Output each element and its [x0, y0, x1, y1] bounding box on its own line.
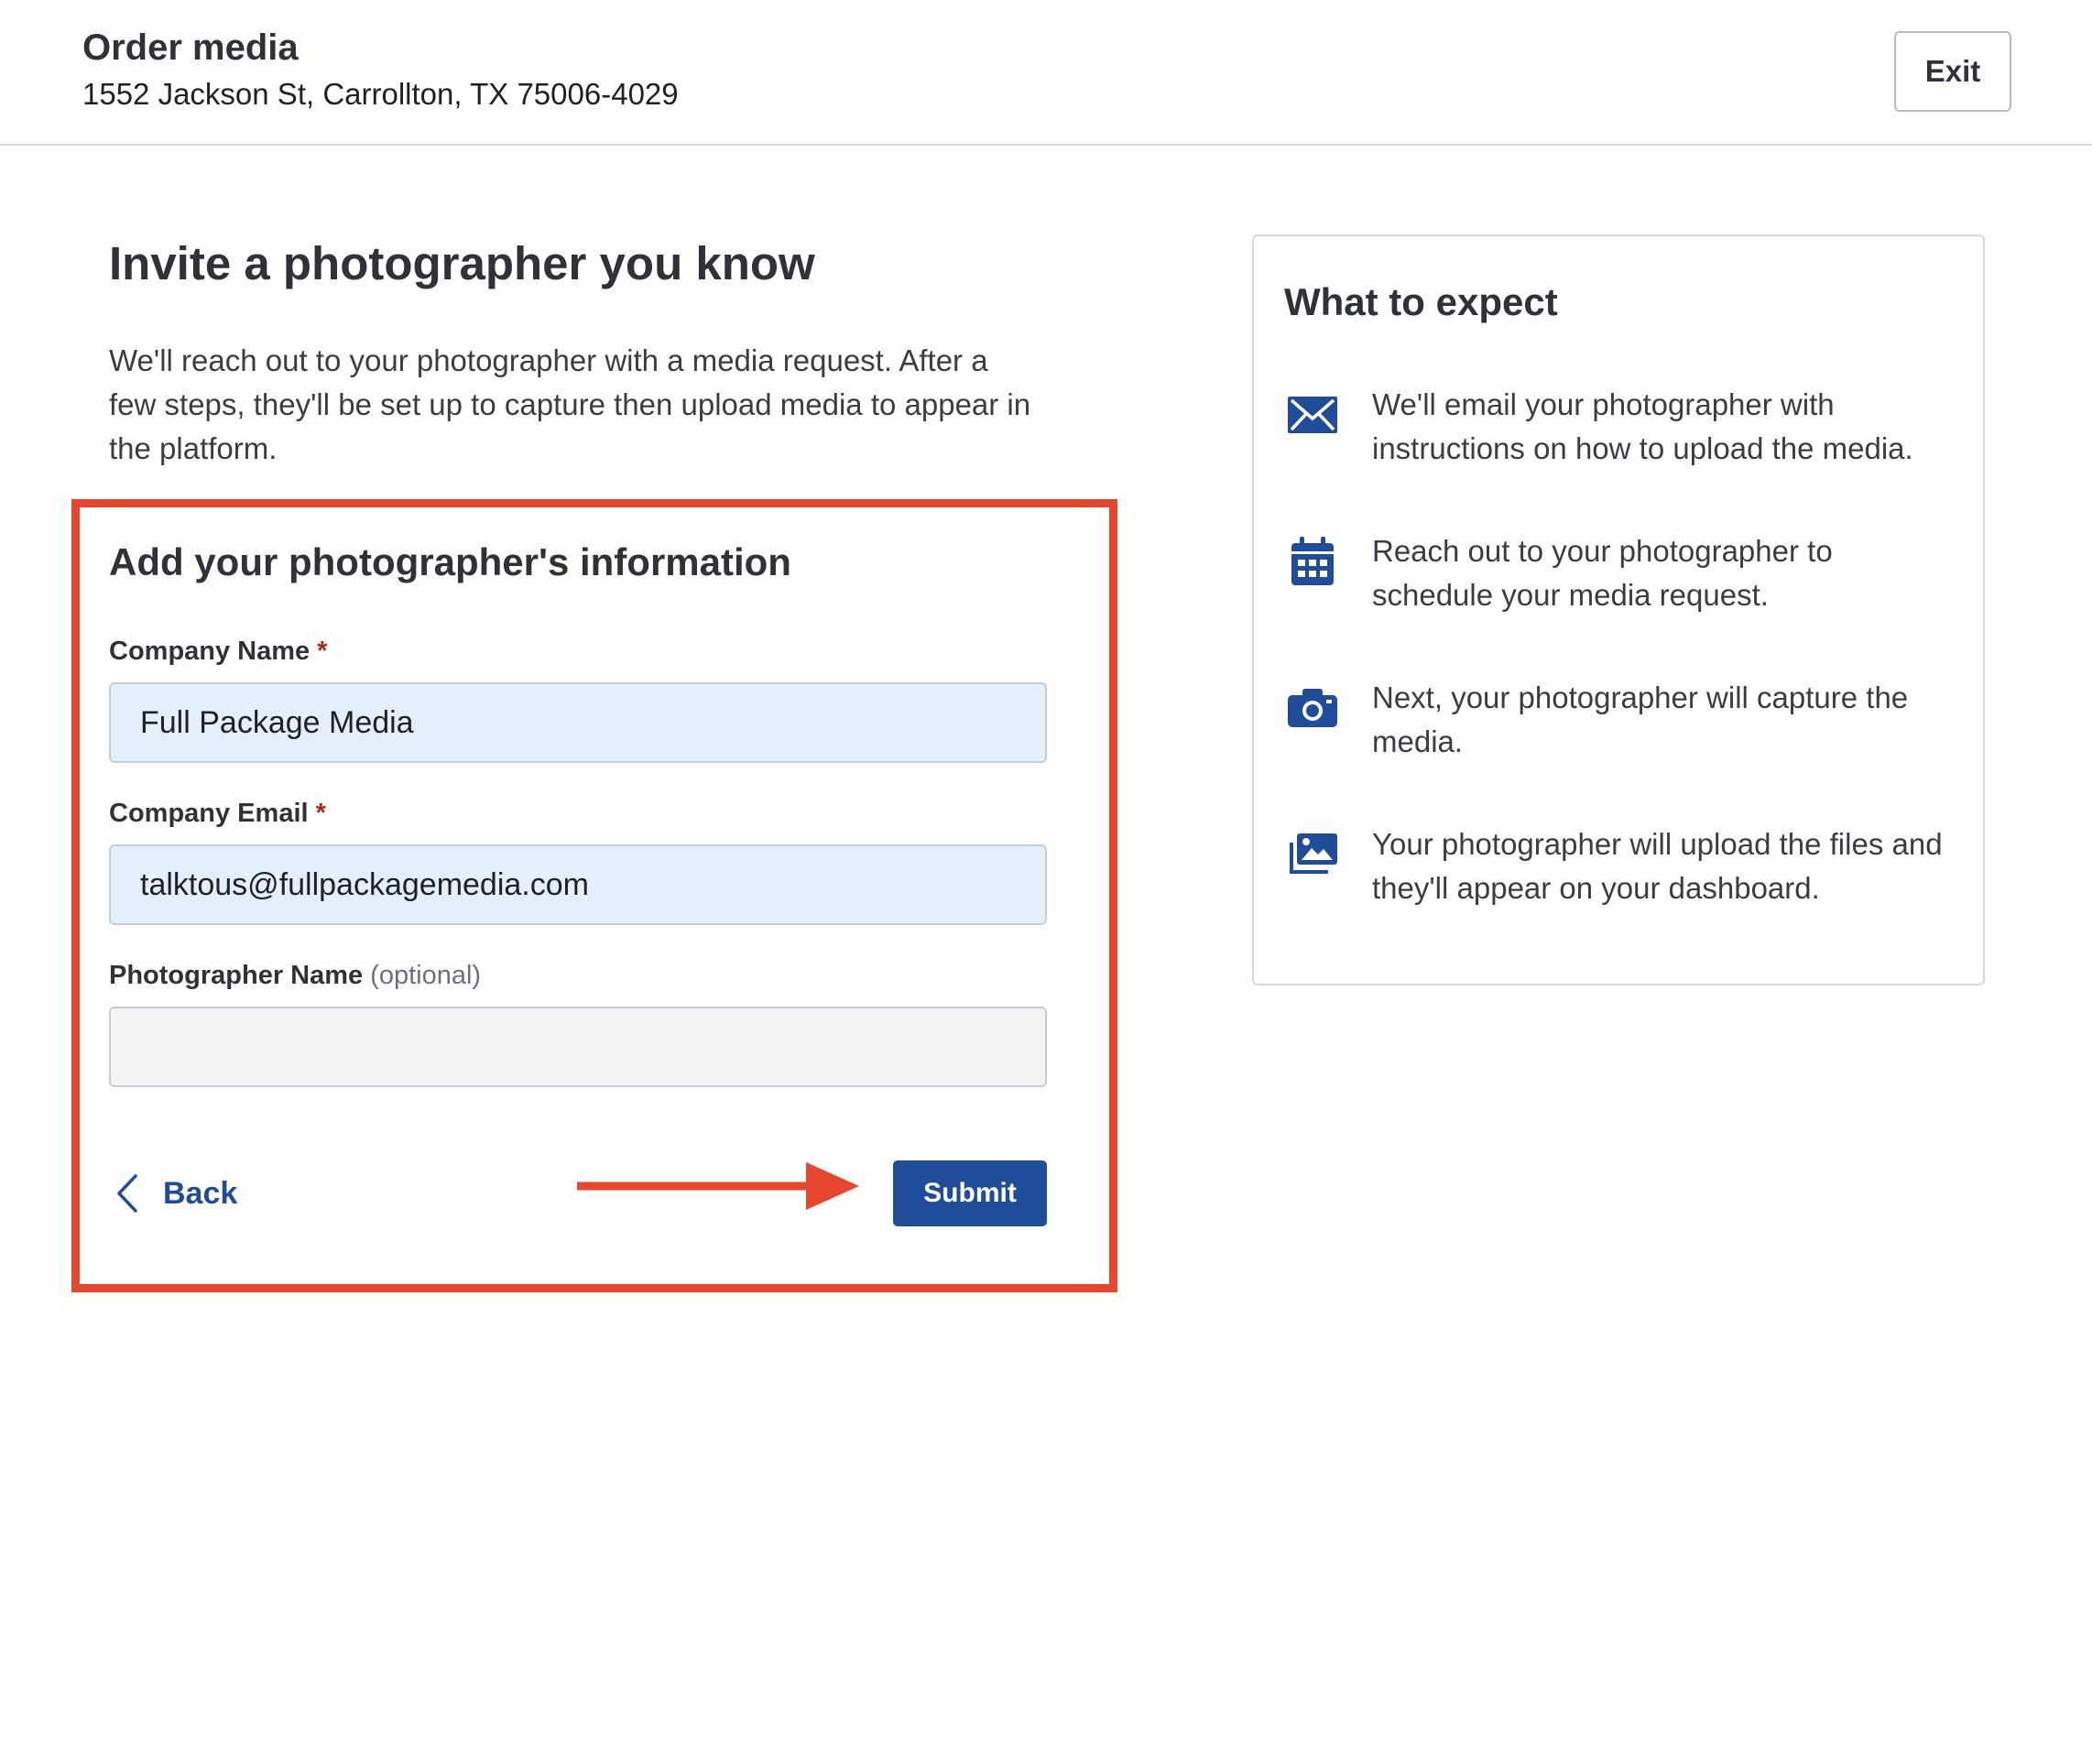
form-heading: Add your photographer's information	[109, 540, 791, 583]
expect-item-text: We'll email your photographer with instr…	[1372, 387, 1913, 465]
expect-item: Next, your photographer will capture the…	[1284, 676, 1962, 764]
optional-note: (optional)	[370, 961, 482, 990]
property-address: 1552 Jackson St, Carrollton, TX 75006-40…	[82, 77, 679, 111]
intro-text: We'll reach out to your photographer wit…	[109, 343, 1031, 465]
photographer-name-input[interactable]	[109, 1007, 1047, 1087]
invite-heading: Invite a photographer you know	[109, 237, 815, 289]
page-title: Order media	[82, 27, 299, 68]
envelope-icon	[1284, 387, 1341, 443]
header-bar: Order media 1552 Jackson St, Carrollton,…	[0, 0, 2092, 146]
company-email-input[interactable]	[109, 844, 1047, 925]
what-to-expect-card: What to expect We'll email your photogra…	[1252, 234, 1985, 985]
company-email-label-text: Company Email	[109, 799, 309, 828]
expect-item: Reach out to your photographer to schedu…	[1284, 529, 1962, 617]
images-icon	[1284, 826, 1341, 883]
photographer-name-label: Photographer Name (optional)	[109, 961, 481, 991]
company-name-input[interactable]	[109, 682, 1047, 763]
company-email-label: Company Email *	[109, 799, 326, 829]
calendar-icon	[1284, 533, 1341, 590]
required-mark: *	[315, 799, 326, 828]
submit-button[interactable]: Submit	[893, 1160, 1047, 1226]
back-button[interactable]: Back	[115, 1171, 237, 1216]
expect-item-text: Reach out to your photographer to schedu…	[1372, 534, 1833, 612]
exit-button[interactable]: Exit	[1894, 31, 2011, 112]
company-name-label: Company Name *	[109, 637, 327, 667]
annotation-arrow	[577, 1162, 859, 1210]
photographer-name-label-text: Photographer Name	[109, 961, 364, 990]
required-mark: *	[317, 637, 328, 666]
camera-icon	[1284, 680, 1341, 736]
expect-item-text: Next, your photographer will capture the…	[1372, 681, 1909, 758]
expect-item: Your photographer will upload the files …	[1284, 822, 1962, 910]
expect-heading: What to expect	[1284, 280, 1558, 323]
chevron-left-icon	[117, 1174, 137, 1213]
expect-item-text: Your photographer will upload the files …	[1372, 827, 1943, 905]
back-label: Back	[163, 1175, 238, 1211]
expect-item: We'll email your photographer with instr…	[1284, 383, 1962, 471]
company-name-label-text: Company Name	[109, 637, 311, 666]
